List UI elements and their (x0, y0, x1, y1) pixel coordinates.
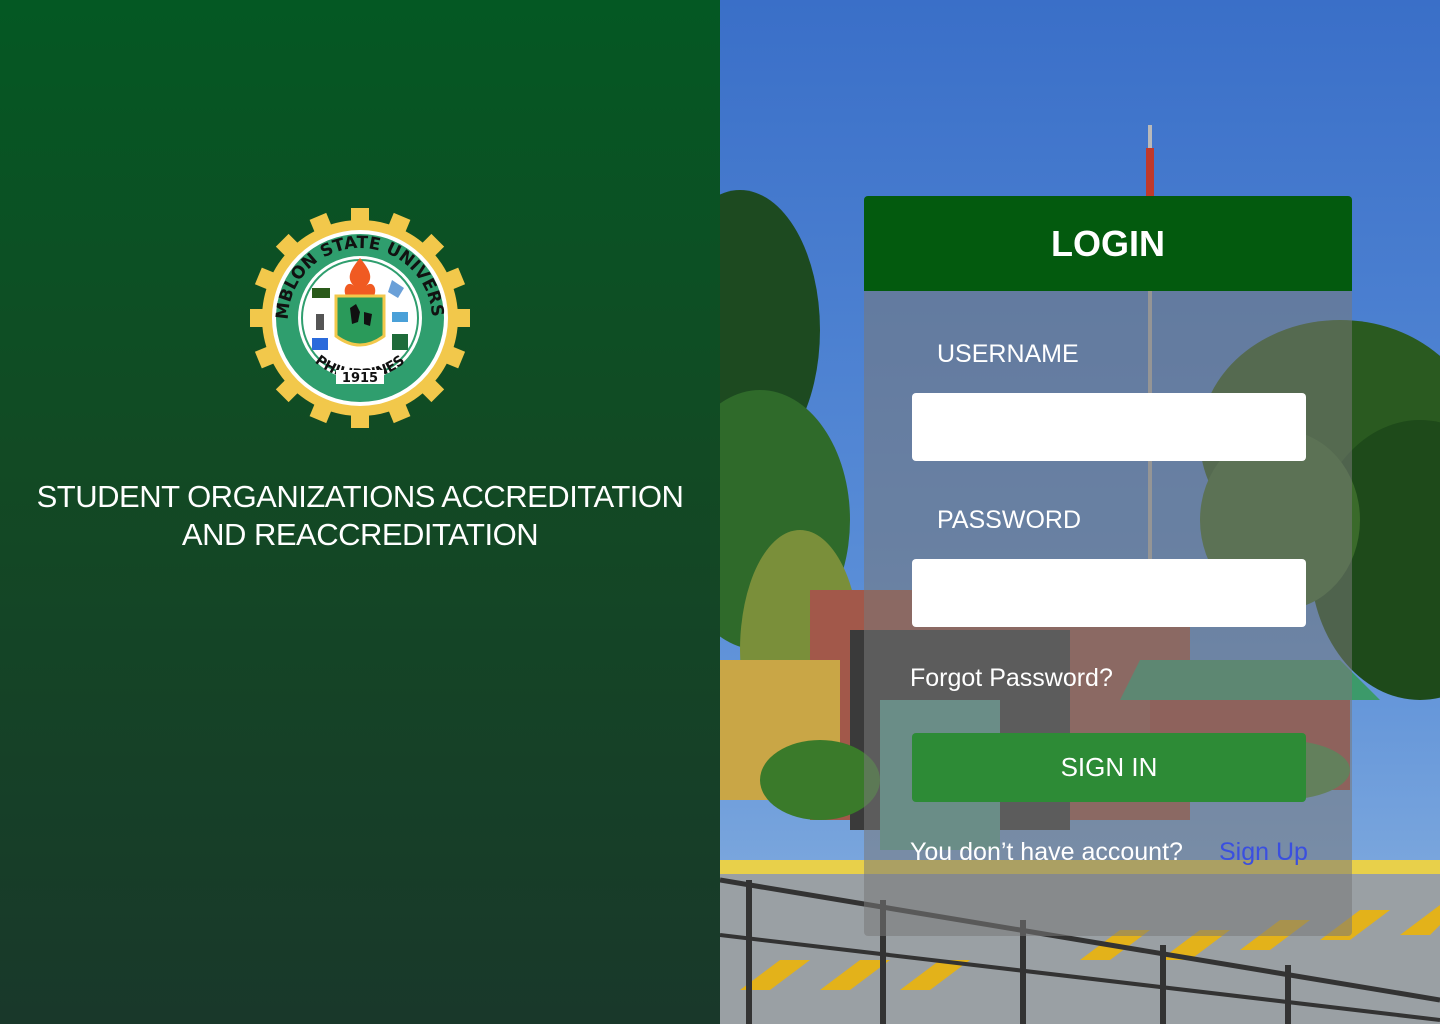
sign-up-link[interactable]: Sign Up (1219, 838, 1308, 867)
seal-year: 1915 (342, 371, 378, 386)
login-header: LOGIN (864, 196, 1352, 291)
system-title: STUDENT ORGANIZATIONS ACCREDITATION AND … (0, 478, 720, 554)
branding-panel: ROMBLON STATE UNIVERSITY PHILIPPINES 191… (0, 0, 720, 1024)
username-label: USERNAME (937, 340, 1079, 368)
username-input[interactable] (912, 393, 1306, 461)
no-account-text: You don’t have account? (910, 838, 1183, 866)
password-input[interactable] (912, 559, 1306, 627)
forgot-password-link[interactable]: Forgot Password? (910, 664, 1113, 693)
password-label: PASSWORD (937, 506, 1081, 534)
university-seal-icon: ROMBLON STATE UNIVERSITY PHILIPPINES 191… (250, 208, 470, 428)
sign-in-button[interactable]: SIGN IN (912, 733, 1306, 802)
system-title-line-2: AND REACCREDITATION (181, 517, 539, 552)
system-title-line-1: STUDENT ORGANIZATIONS ACCREDITATION (36, 479, 684, 514)
